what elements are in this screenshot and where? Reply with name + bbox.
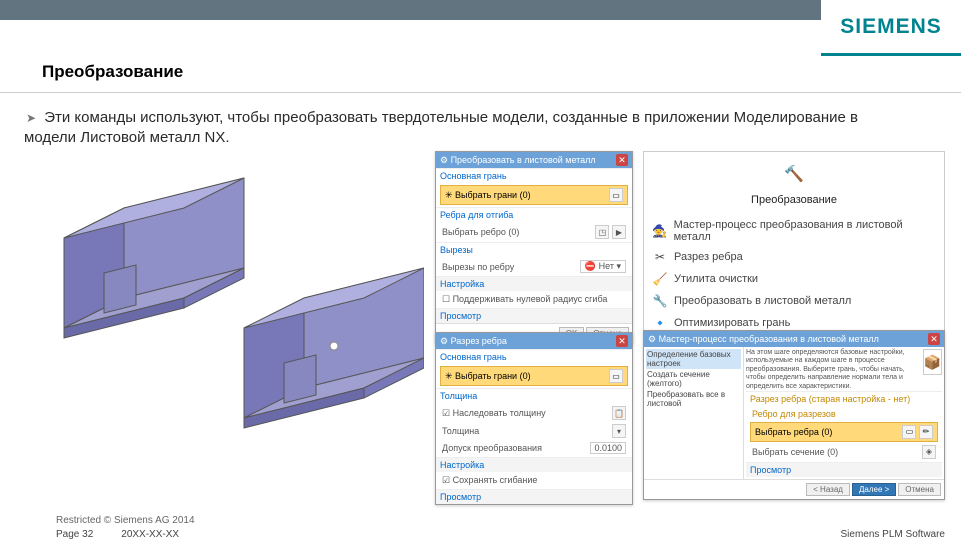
convert-menu: 🔨 Преобразование 🧙Мастер-процесс преобра…: [643, 151, 945, 339]
section-label: Основная грань: [436, 168, 632, 183]
close-icon[interactable]: ✕: [616, 154, 628, 166]
logo-area: SIEMENS: [821, 0, 961, 56]
menu-item-rip[interactable]: ✂Разрез ребра: [648, 246, 940, 268]
convert-dialog: ⚙ Преобразовать в листовой металл✕ Основ…: [435, 151, 633, 344]
menu-item-convert[interactable]: 🔧Преобразовать в листовой металл: [648, 290, 940, 312]
page-title: Преобразование: [42, 62, 183, 82]
next-button[interactable]: Далее >: [852, 483, 896, 496]
menu-title: Преобразование: [648, 194, 940, 206]
edge-rip-dialog: ⚙ Разрез ребра✕ Основная грань ✳ Выбрать…: [435, 332, 633, 505]
close-icon[interactable]: ✕: [616, 335, 628, 347]
close-icon[interactable]: ✕: [928, 333, 940, 345]
convert-icon: 🔨: [780, 160, 808, 188]
wizard-dialog: ⚙ Мастер-процесс преобразования в листов…: [643, 330, 945, 500]
siemens-logo: SIEMENS: [840, 15, 942, 39]
body-paragraph: Эти команды используют, чтобы преобразов…: [24, 109, 858, 146]
restricted-label: Restricted © Siemens AG 2014: [56, 515, 195, 526]
select-faces-field[interactable]: ✳ Выбрать грани (0)▭: [440, 185, 628, 205]
dialog-titlebar[interactable]: ⚙ Преобразовать в листовой металл✕: [436, 152, 632, 168]
footer-left: Page 32 20XX-XX-XX: [56, 529, 179, 540]
page-number: Page 32: [56, 529, 93, 540]
picker-icon[interactable]: ▶: [612, 225, 626, 239]
picker-icon[interactable]: ▭: [609, 188, 623, 202]
back-button[interactable]: < Назад: [806, 483, 850, 496]
menu-item-wizard[interactable]: 🧙Мастер-процесс преобразования в листово…: [648, 216, 940, 246]
picker-icon[interactable]: ◳: [595, 225, 609, 239]
model-illustration: [24, 168, 424, 443]
cancel-button[interactable]: Отмена: [898, 483, 941, 496]
body-text: ➤ Эти команды используют, чтобы преобраз…: [24, 108, 894, 149]
wizard-icon: 📦: [923, 349, 942, 375]
edge-row[interactable]: Выбрать ребро (0) ◳ ▶: [440, 224, 628, 240]
bullet-icon: ➤: [26, 111, 36, 125]
footer-right: Siemens PLM Software: [841, 529, 946, 540]
menu-item-cleanup[interactable]: 🧹Утилита очистки: [648, 268, 940, 290]
footer-date: 20XX-XX-XX: [121, 529, 179, 540]
